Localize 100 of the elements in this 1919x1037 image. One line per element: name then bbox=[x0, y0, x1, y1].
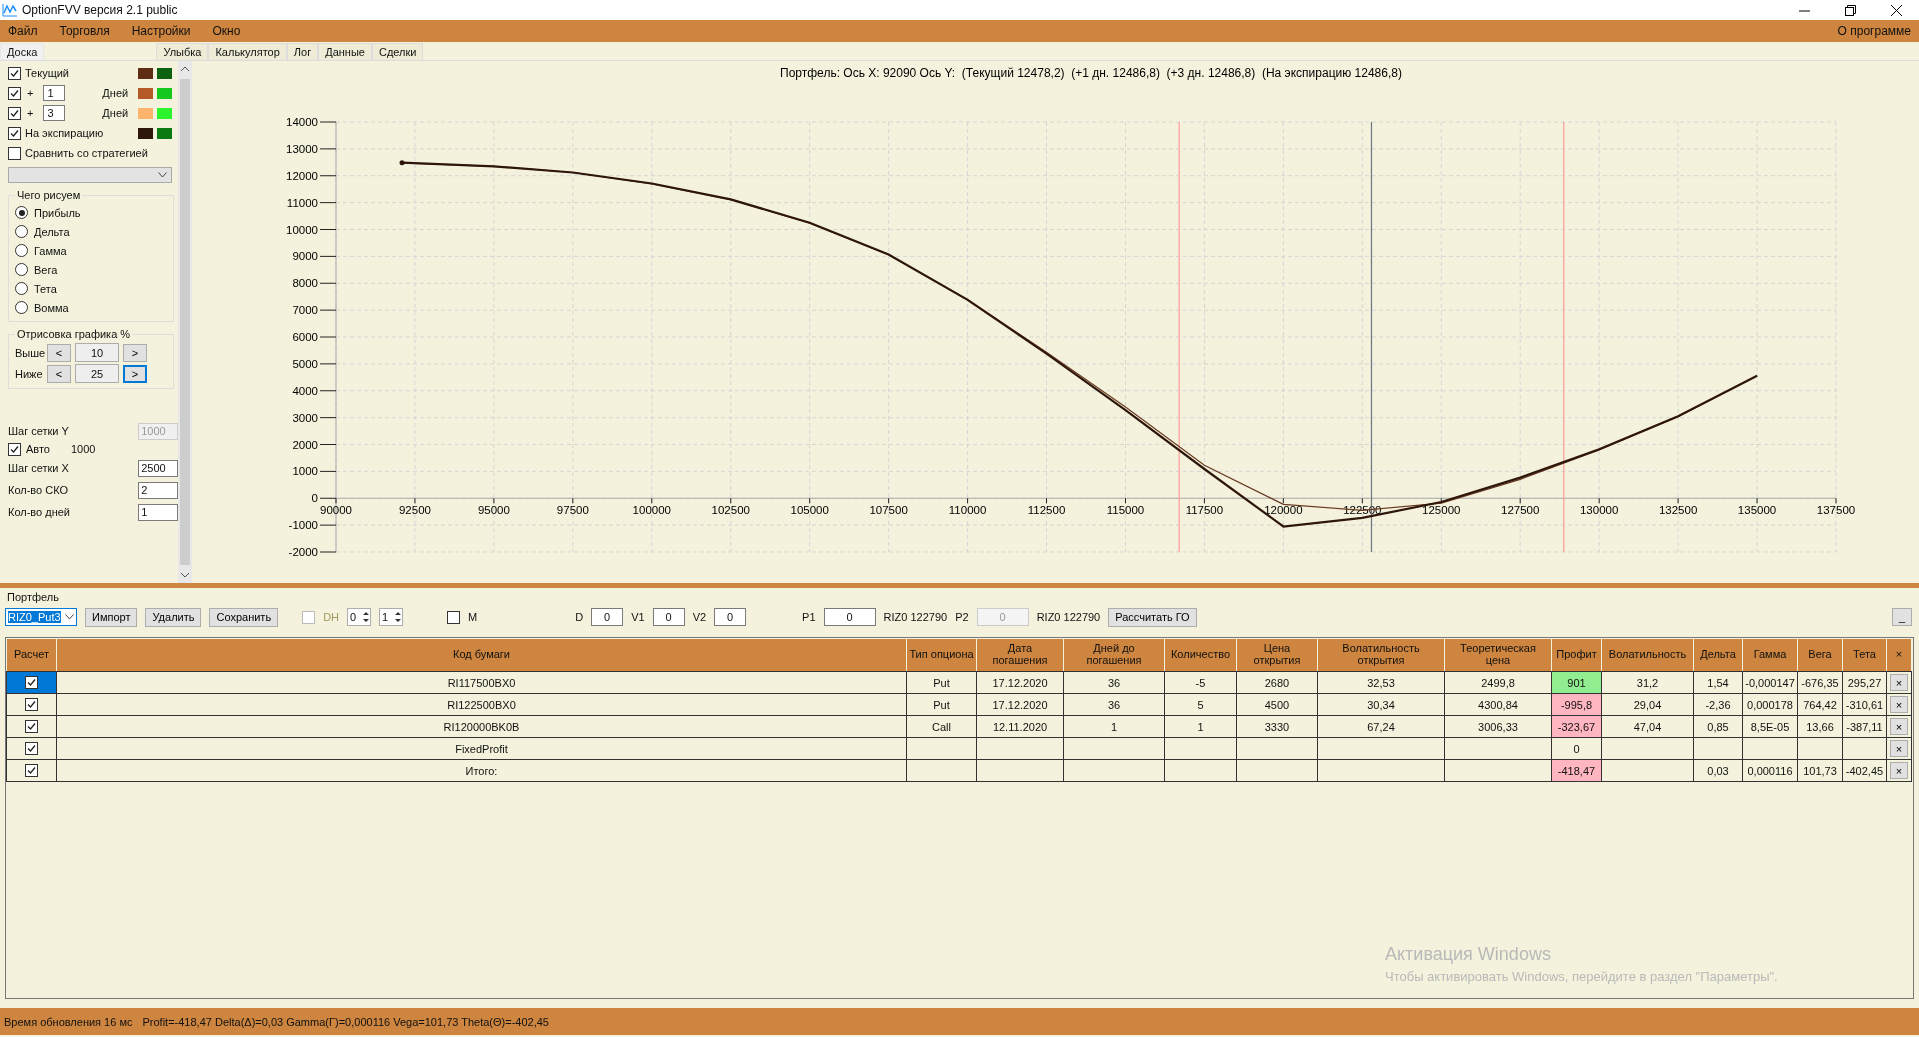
field-label: Кол-во дней bbox=[8, 506, 71, 518]
y-tick-label: 7000 bbox=[292, 304, 318, 317]
table-cell: 31,2 bbox=[1601, 671, 1694, 694]
table-cell: -0,000147 bbox=[1742, 671, 1798, 694]
table-cell: 1 bbox=[1063, 715, 1165, 738]
group-title: Чего рисуем bbox=[16, 189, 82, 201]
y-tick-label: 5000 bbox=[292, 357, 318, 370]
y-tick-label: 12000 bbox=[286, 169, 318, 182]
table-cell: 3006,33 bbox=[1444, 715, 1552, 738]
table-cell: 8,5E-05 bbox=[1742, 715, 1798, 738]
table-cell: -676,35 bbox=[1797, 671, 1843, 694]
range-label: Ниже bbox=[15, 367, 43, 380]
table-cell: RI122500BX0 bbox=[56, 693, 907, 716]
radio-label: Вега bbox=[34, 263, 58, 276]
table-cell: 5 bbox=[1164, 693, 1237, 716]
column-header: Код бумаги bbox=[56, 638, 907, 672]
table-cell: 17.12.2020 bbox=[976, 693, 1064, 716]
x-tick-label: 120000 bbox=[1264, 504, 1303, 517]
table-cell: FixedProfit bbox=[56, 737, 907, 760]
x-tick-label: 100000 bbox=[632, 504, 671, 517]
chart-title: Портфель: Ось X: 92090 Ось Y: (Текущий 12478,2) (+1 дн. 12486,8) (+3 дн. 12486,8) (На экспирацию 12486,8) bbox=[780, 66, 1402, 80]
x-tick-label: 92500 bbox=[398, 504, 431, 517]
column-header: Дней до погашения bbox=[1063, 638, 1165, 672]
y-tick-label: 1000 bbox=[292, 465, 318, 478]
x-tick-label: 125000 bbox=[1422, 504, 1461, 517]
table-cell: RI120000BK0B bbox=[56, 715, 907, 738]
x-tick-label: 117500 bbox=[1185, 504, 1224, 517]
radio-label: Прибыль bbox=[34, 206, 81, 219]
table-cell: -2,36 bbox=[1693, 693, 1743, 716]
column-header: Расчет bbox=[6, 638, 57, 672]
table-cell: Put bbox=[906, 693, 977, 716]
column-header: Теоретическая цена bbox=[1444, 638, 1552, 672]
checkbox-label: DH bbox=[323, 611, 340, 623]
radio-label: Дельта bbox=[34, 225, 70, 238]
table-cell: -387,11 bbox=[1842, 715, 1887, 738]
table-cell: 1,54 bbox=[1693, 671, 1743, 694]
table-cell: 2499,8 bbox=[1444, 671, 1552, 694]
radio-label: Вомма bbox=[34, 301, 69, 314]
field-label: Шаг сетки X bbox=[8, 462, 70, 474]
column-header: Дельта bbox=[1693, 638, 1743, 672]
column-header: Количество bbox=[1164, 638, 1237, 672]
table-cell: Put bbox=[906, 671, 977, 694]
auto-label: Авто bbox=[26, 443, 51, 455]
y-tick-label: 4000 bbox=[292, 384, 318, 397]
compare-label: Сравнить со стратегией bbox=[25, 147, 149, 159]
x-tick-label: 130000 bbox=[1579, 504, 1619, 517]
column-header: Гамма bbox=[1742, 638, 1798, 672]
x-tick-label: 95000 bbox=[477, 504, 510, 517]
x-tick-label: 112500 bbox=[1027, 504, 1066, 517]
y-tick-label: -2000 bbox=[288, 546, 318, 558]
table-cell: 13,66 bbox=[1797, 715, 1843, 738]
days-label: Дней bbox=[101, 87, 129, 99]
table-cell: 17.12.2020 bbox=[976, 671, 1064, 694]
table-cell: RI117500BX0 bbox=[56, 671, 907, 694]
price-label: RIZ0 122790 bbox=[1036, 611, 1101, 623]
table-cell: 101,73 bbox=[1797, 759, 1843, 782]
x-tick-label: 110000 bbox=[948, 504, 987, 517]
table-cell: 295,27 bbox=[1842, 671, 1887, 694]
y-tick-label: 6000 bbox=[292, 331, 318, 343]
y-tick-label: 11000 bbox=[286, 196, 318, 209]
window-title: OptionFVV версия 2.1 public bbox=[22, 3, 179, 17]
x-tick-label: 137500 bbox=[1816, 504, 1856, 517]
field-label: V2 bbox=[692, 611, 707, 623]
table-cell: 36 bbox=[1063, 671, 1165, 694]
series-label: На экспирацию bbox=[25, 127, 105, 139]
activation-text: Чтобы активировать Windows, перейдите в раздел "Параметры". bbox=[1385, 969, 1778, 984]
y-tick-label: 14000 bbox=[286, 116, 318, 128]
column-header: Цена открытия bbox=[1236, 638, 1318, 672]
series-label: Текущий bbox=[25, 67, 70, 79]
auto-value: 1000 bbox=[71, 443, 97, 455]
column-header: Тета bbox=[1842, 638, 1887, 672]
table-cell: 4500 bbox=[1236, 693, 1318, 716]
x-tick-label: 132500 bbox=[1658, 504, 1698, 517]
y-tick-label: 2000 bbox=[292, 438, 318, 451]
table-cell: 0,000116 bbox=[1742, 759, 1798, 782]
x-tick-label: 97500 bbox=[556, 504, 589, 517]
status-text: Время обновления 16 мс bbox=[4, 1015, 133, 1028]
field-label: V1 bbox=[631, 611, 645, 623]
table-cell: 67,24 bbox=[1317, 715, 1445, 738]
table-cell: 12.11.2020 bbox=[976, 715, 1064, 738]
plus-sign: + bbox=[27, 107, 34, 119]
table-cell: 32,53 bbox=[1317, 671, 1445, 694]
range-label: Выше bbox=[15, 346, 43, 359]
column-header: Тип опциона bbox=[906, 638, 977, 672]
table-cell: 47,04 bbox=[1601, 715, 1694, 738]
field-label: P2 bbox=[955, 611, 969, 623]
table-cell: 4300,84 bbox=[1444, 693, 1552, 716]
y-tick-label: 8000 bbox=[292, 277, 318, 290]
table-cell: Итого: bbox=[56, 759, 907, 782]
plus-sign: + bbox=[27, 87, 34, 99]
x-tick-label: 102500 bbox=[711, 504, 750, 517]
table-cell: 30,34 bbox=[1317, 693, 1445, 716]
field-label: Шаг сетки Y bbox=[8, 425, 70, 437]
y-tick-label: 3000 bbox=[292, 411, 318, 424]
x-tick-label: 107500 bbox=[869, 504, 908, 517]
activation-title: Активация Windows bbox=[1385, 944, 1551, 965]
x-tick-label: 127500 bbox=[1501, 504, 1540, 517]
group-title: Отрисовка графика % bbox=[16, 328, 132, 340]
profit-cell: 0 bbox=[1551, 737, 1602, 760]
table-cell: 764,42 bbox=[1797, 693, 1843, 716]
